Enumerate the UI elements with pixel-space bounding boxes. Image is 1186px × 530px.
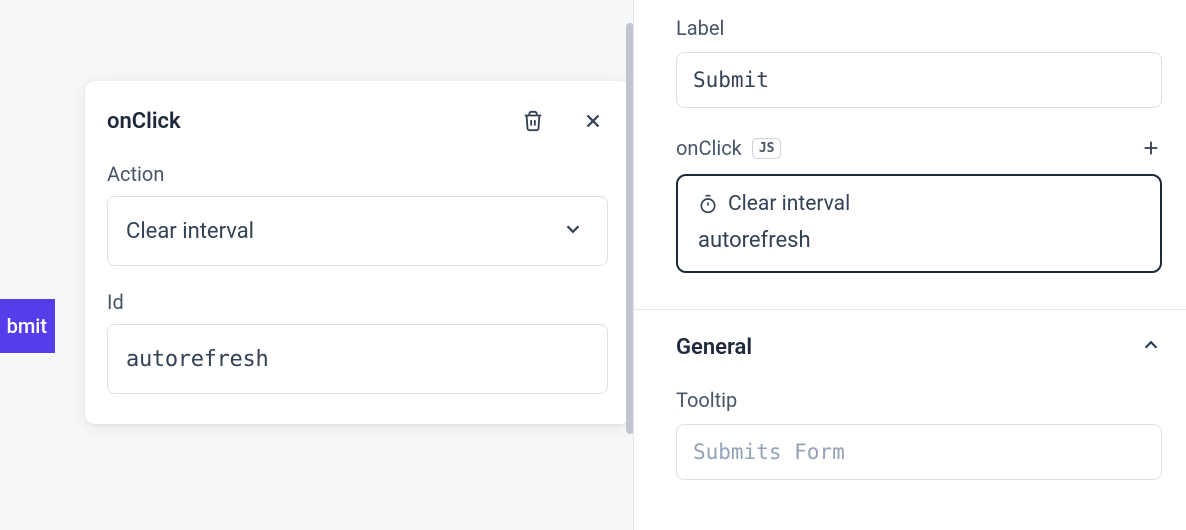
onclick-section-header: onClick JS (676, 136, 1162, 160)
plus-icon (1140, 137, 1162, 159)
onclick-action-card[interactable]: Clear interval autorefresh (676, 174, 1162, 273)
action-select-wrapper: Clear interval (107, 196, 608, 266)
general-section-title: General (676, 335, 752, 360)
close-button[interactable] (578, 106, 608, 136)
properties-panel: Label onClick JS Clear interval autorefr… (633, 0, 1186, 530)
stopwatch-icon (698, 194, 718, 214)
tooltip-input[interactable] (676, 424, 1162, 480)
add-onclick-button[interactable] (1140, 137, 1162, 159)
action-card-header: Clear interval (698, 192, 1140, 216)
label-field-input[interactable] (676, 52, 1162, 108)
general-section-header[interactable]: General (676, 334, 1162, 360)
popup-title: onClick (107, 109, 181, 134)
id-input[interactable] (107, 324, 608, 394)
tooltip-label: Tooltip (676, 388, 1162, 412)
action-select[interactable]: Clear interval (107, 196, 608, 266)
submit-button-preview[interactable]: bmit (0, 299, 55, 353)
label-field-label: Label (676, 16, 1162, 40)
delete-button[interactable] (518, 106, 548, 136)
onclick-label-text: onClick (676, 136, 742, 160)
onclick-label: onClick JS (676, 136, 781, 160)
popup-header: onClick (107, 106, 608, 136)
onclick-popup: onClick Action Clear interval (85, 80, 630, 424)
action-card-value: autorefresh (698, 228, 1140, 253)
action-label: Action (107, 162, 608, 186)
panel-divider (634, 309, 1186, 310)
js-badge[interactable]: JS (752, 138, 782, 159)
popup-actions (518, 106, 608, 136)
chevron-up-icon (1140, 334, 1162, 360)
canvas-area: bmit onClick Action Cl (0, 0, 633, 530)
action-card-title: Clear interval (728, 192, 850, 216)
trash-icon (522, 110, 544, 132)
close-icon (582, 110, 604, 132)
id-label: Id (107, 290, 608, 314)
